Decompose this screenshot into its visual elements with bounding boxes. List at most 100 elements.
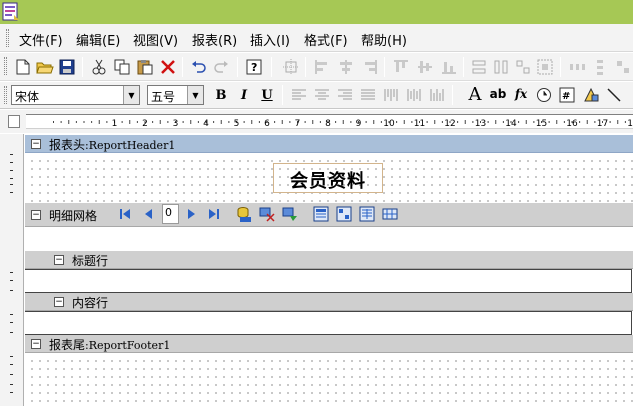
svg-text:?: ?: [251, 61, 257, 74]
arrange-icon[interactable]: [614, 58, 632, 76]
same-width-icon[interactable]: [470, 58, 488, 76]
bold-button[interactable]: B: [212, 86, 230, 104]
menu-insert[interactable]: 插入(I): [250, 30, 290, 49]
text-field-button[interactable]: ab: [489, 85, 507, 103]
vertical-text-center-icon[interactable]: [405, 86, 423, 104]
menu-bar: 文件(F) 编辑(E) 视图(V) 报表(R) 插入(I) 格式(F) 帮助(H…: [0, 24, 633, 52]
collapse-icon[interactable]: −: [54, 255, 64, 265]
shape-icon[interactable]: [582, 86, 600, 104]
content-row-band[interactable]: − 内容行: [25, 293, 633, 311]
ruler-label: 4: [203, 119, 209, 129]
align-top-icon[interactable]: [392, 58, 410, 76]
redo-icon[interactable]: [212, 58, 230, 76]
sql-query-icon[interactable]: [236, 206, 252, 222]
first-page-icon[interactable]: [118, 207, 132, 221]
prev-page-icon[interactable]: [142, 207, 156, 221]
title-bar: [0, 0, 633, 24]
same-height-icon[interactable]: [492, 58, 510, 76]
column-icon[interactable]: [282, 206, 298, 222]
cut-icon[interactable]: [90, 58, 108, 76]
menu-view[interactable]: 视图(V): [133, 30, 178, 49]
title-textbox[interactable]: 会员资料: [273, 163, 383, 193]
format-toolbar: 宋体 ▼ 五号 ▼ B I U A ab fx #: [0, 82, 633, 109]
new-file-icon[interactable]: [14, 58, 32, 76]
formula-button[interactable]: fx: [512, 85, 530, 103]
clock-icon[interactable]: [535, 86, 553, 104]
horizontal-ruler[interactable]: 123456789101112131415161718: [26, 114, 633, 129]
space-vertical-icon[interactable]: [591, 58, 609, 76]
menu-help[interactable]: 帮助(H): [361, 30, 407, 49]
italic-button[interactable]: I: [235, 86, 253, 104]
underline-button[interactable]: U: [258, 86, 276, 104]
content-row-label: 内容行: [72, 296, 109, 310]
vertical-text-bottom-icon[interactable]: [428, 86, 446, 104]
page-number-input[interactable]: 0: [162, 204, 179, 224]
detail-grid-band[interactable]: − 明细网格: [25, 203, 633, 227]
chevron-down-icon[interactable]: ▼: [187, 86, 203, 104]
format-toolbar-grip[interactable]: [4, 86, 7, 104]
report-header-title: 报表头: [49, 138, 86, 152]
report-footer-name: :ReportFooter1: [85, 339, 171, 352]
font-name-select[interactable]: 宋体 ▼: [11, 85, 140, 105]
vertical-ruler[interactable]: [0, 134, 24, 406]
menu-format[interactable]: 格式(F): [304, 30, 348, 49]
toolbar-grip[interactable]: [4, 57, 7, 75]
app-icon: [2, 2, 20, 22]
menubar-grip[interactable]: [6, 29, 9, 47]
content-row-area[interactable]: [25, 311, 632, 335]
center-page-icon[interactable]: [536, 58, 554, 76]
align-right-icon[interactable]: [361, 58, 379, 76]
help-icon[interactable]: ?: [245, 58, 263, 76]
page-number-icon[interactable]: #: [558, 86, 576, 104]
font-name-value: 宋体: [15, 90, 40, 104]
detail-grid-label: 明细网格: [49, 209, 98, 223]
collapse-icon[interactable]: −: [31, 210, 41, 220]
report-header-band[interactable]: − 报表头:ReportHeader1: [25, 135, 633, 153]
chevron-down-icon[interactable]: ▼: [123, 86, 139, 104]
report-footer-area[interactable]: [25, 354, 633, 406]
next-page-icon[interactable]: [184, 207, 198, 221]
text-align-center-icon[interactable]: [313, 86, 331, 104]
collapse-icon[interactable]: −: [31, 139, 41, 149]
report-footer-title: 报表尾: [49, 338, 86, 352]
line-icon[interactable]: [605, 86, 623, 104]
align-center-icon[interactable]: [337, 58, 355, 76]
open-folder-icon[interactable]: [36, 58, 54, 76]
ruler-corner[interactable]: [8, 115, 20, 128]
menu-report[interactable]: 报表(R): [192, 30, 237, 49]
grid-layout-icon-1[interactable]: [313, 206, 329, 222]
undo-icon[interactable]: [190, 58, 208, 76]
vertical-text-top-icon[interactable]: [382, 86, 400, 104]
same-size-icon[interactable]: [514, 58, 532, 76]
align-bottom-icon[interactable]: [440, 58, 458, 76]
align-left-icon[interactable]: [313, 58, 331, 76]
delete-icon[interactable]: [159, 58, 177, 76]
collapse-icon[interactable]: −: [31, 339, 41, 349]
text-justify-icon[interactable]: [359, 86, 377, 104]
font-size-select[interactable]: 五号 ▼: [147, 85, 204, 105]
text-box-button[interactable]: A: [466, 84, 484, 105]
text-align-left-icon[interactable]: [290, 86, 308, 104]
copy-icon[interactable]: [113, 58, 131, 76]
grid-layout-icon-2[interactable]: [336, 206, 352, 222]
align-middle-icon[interactable]: [416, 58, 434, 76]
ruler-label: 14: [505, 119, 517, 129]
field-icon[interactable]: [259, 206, 275, 222]
grid-layout-icon-3[interactable]: [359, 206, 375, 222]
title-row-area[interactable]: [25, 269, 632, 293]
space-horizontal-icon[interactable]: [568, 58, 586, 76]
save-icon[interactable]: [58, 58, 76, 76]
menu-edit[interactable]: 编辑(E): [76, 30, 120, 49]
last-page-icon[interactable]: [207, 207, 221, 221]
report-header-label: 报表头:ReportHeader1: [49, 136, 175, 153]
ruler-label: 2: [142, 119, 148, 129]
collapse-icon[interactable]: −: [54, 297, 64, 307]
snap-grid-icon[interactable]: [282, 58, 300, 76]
menu-file[interactable]: 文件(F): [19, 30, 63, 49]
title-row-band[interactable]: − 标题行: [25, 251, 633, 269]
report-title-text: 会员资料: [290, 171, 366, 192]
text-align-right-icon[interactable]: [336, 86, 354, 104]
report-footer-band[interactable]: − 报表尾:ReportFooter1: [25, 335, 633, 353]
grid-layout-icon-4[interactable]: [382, 206, 398, 222]
paste-icon[interactable]: [136, 58, 154, 76]
